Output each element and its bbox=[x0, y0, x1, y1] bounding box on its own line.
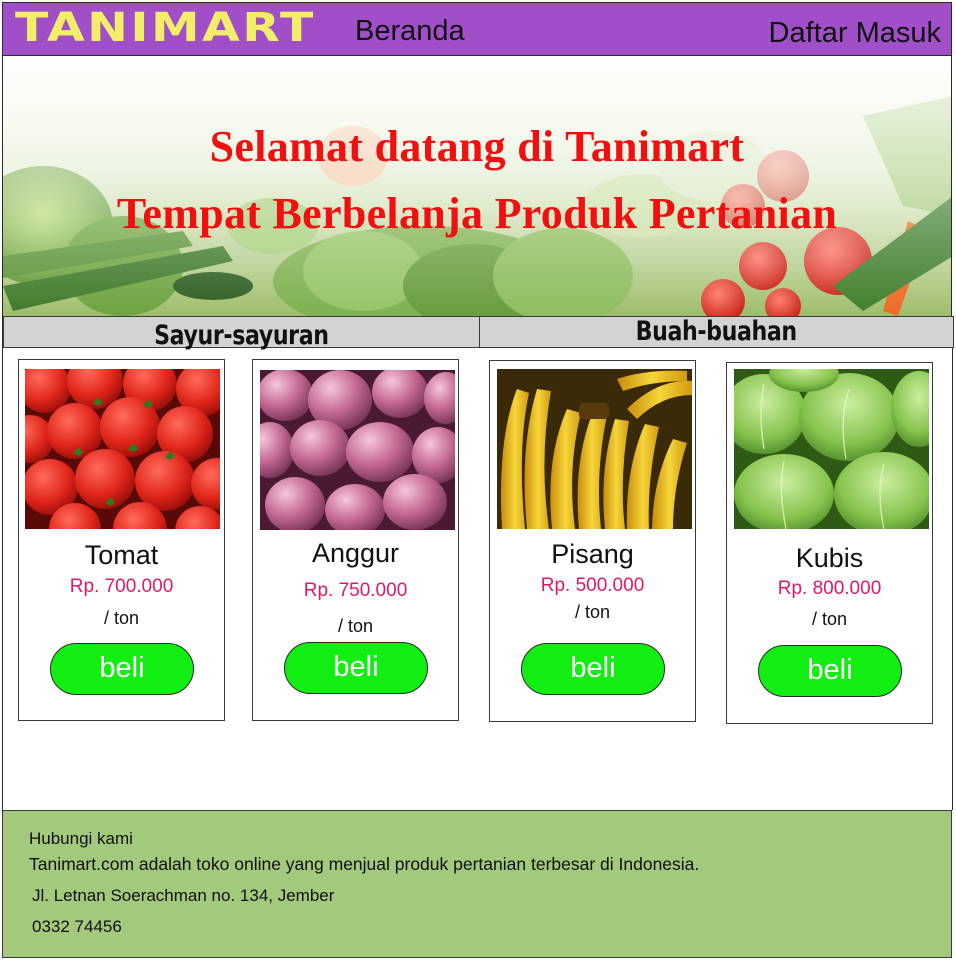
hero-banner: Selamat datang di Tanimart Tempat Berbel… bbox=[2, 56, 952, 316]
product-name: Anggur bbox=[311, 538, 400, 568]
banana-photo bbox=[497, 369, 692, 529]
hero-welcome-title: Selamat datang di Tanimart bbox=[209, 122, 745, 171]
hero-subtitle: Tempat Berbelanja Produk Pertanian bbox=[116, 189, 838, 238]
product-card-anggur: Anggur Rp. 750.000 / ton beli bbox=[252, 359, 459, 721]
buy-button[interactable]: beli bbox=[521, 643, 665, 695]
category-tab-fruits[interactable]: Buah-buahan bbox=[479, 316, 954, 348]
footer-address: Jl. Letnan Soerachman no. 134, Jember bbox=[32, 886, 335, 905]
vegetables-banner-image bbox=[3, 56, 951, 316]
product-name: Kubis bbox=[795, 543, 864, 573]
category-tab-vegetables[interactable]: Sayur-sayuran bbox=[3, 316, 480, 351]
category-label: Sayur-sayuran bbox=[154, 320, 329, 351]
product-price: Rp. 800.000 bbox=[777, 578, 882, 599]
tomato-photo bbox=[25, 369, 220, 529]
buy-button[interactable]: beli bbox=[284, 642, 428, 694]
product-unit: / ton bbox=[103, 608, 140, 628]
product-card-pisang: Pisang Rp. 500.000 / ton beli bbox=[489, 360, 696, 722]
product-unit: / ton bbox=[574, 602, 611, 622]
footer-contact: Hubungi kami Tanimart.com adalah toko on… bbox=[2, 810, 952, 958]
footer-heading: Hubungi kami bbox=[29, 829, 133, 848]
product-unit: / ton bbox=[337, 616, 374, 636]
product-unit: / ton bbox=[811, 609, 848, 629]
cabbage-photo bbox=[734, 369, 929, 529]
product-name: Pisang bbox=[551, 539, 634, 569]
nav-link-beranda[interactable]: Beranda bbox=[355, 15, 465, 47]
product-price: Rp. 700.000 bbox=[69, 576, 174, 597]
top-navigation-bar: TANIMART Beranda Daftar Masuk bbox=[2, 2, 952, 56]
product-name: Tomat bbox=[84, 540, 159, 570]
nav-link-daftar-masuk[interactable]: Daftar Masuk bbox=[769, 17, 941, 49]
product-card-tomat: Tomat Rp. 700.000 / ton beli bbox=[18, 359, 225, 721]
buy-button[interactable]: beli bbox=[758, 645, 902, 697]
footer-phone: 0332 74456 bbox=[32, 917, 122, 936]
page-frame-left bbox=[2, 316, 3, 810]
product-price: Rp. 750.000 bbox=[303, 580, 408, 601]
footer-description: Tanimart.com adalah toko online yang men… bbox=[29, 854, 700, 874]
category-label: Buah-buahan bbox=[635, 316, 798, 347]
tanimart-logo[interactable]: TANIMART bbox=[15, 7, 316, 49]
product-price: Rp. 500.000 bbox=[540, 575, 645, 596]
product-card-kubis: Kubis Rp. 800.000 / ton beli bbox=[726, 362, 933, 724]
grape-photo bbox=[260, 370, 455, 530]
buy-button[interactable]: beli bbox=[50, 643, 194, 695]
page-frame-right bbox=[952, 316, 953, 810]
